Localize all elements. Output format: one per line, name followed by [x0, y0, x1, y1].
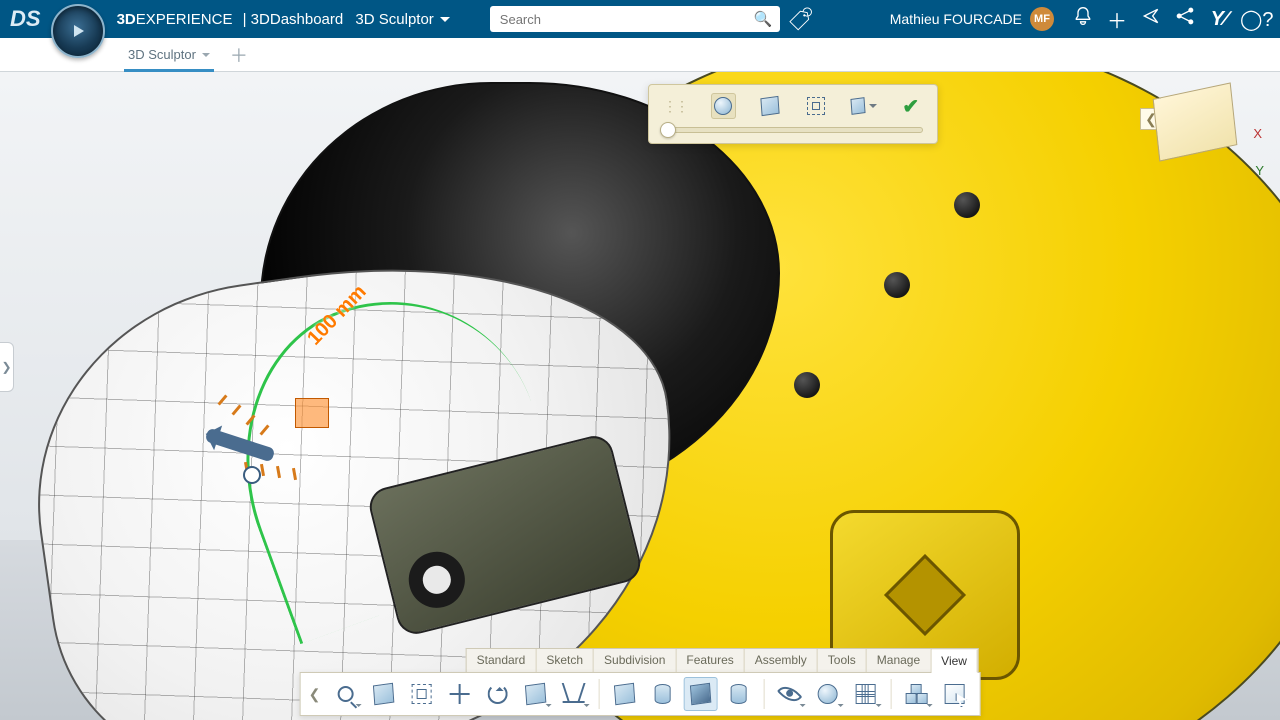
- tree-expand-handle[interactable]: ❯: [0, 342, 14, 392]
- axis-x-label: X: [1253, 126, 1262, 141]
- brand-title: 3DEXPERIENCE | 3DDashboard 3D Sculptor: [117, 11, 450, 28]
- viewport-3d[interactable]: 100 mm ❯ ❮ X Y: [0, 72, 1280, 720]
- collaborate-icon[interactable]: Y∕: [1206, 8, 1232, 31]
- notifications-icon[interactable]: [1070, 6, 1096, 32]
- cmd-component-display[interactable]: [899, 677, 933, 711]
- tab-3d-sculptor[interactable]: 3D Sculptor: [120, 38, 218, 72]
- cmd-tab-subdivision[interactable]: Subdivision: [594, 649, 676, 672]
- network-icon[interactable]: [1172, 6, 1198, 32]
- command-toolbar: ❮: [300, 672, 981, 716]
- dashboard-label: | 3DDashboard: [238, 11, 343, 28]
- cmd-zoom-fit[interactable]: [366, 677, 400, 711]
- cmd-grid[interactable]: [848, 677, 882, 711]
- chevron-down-icon: [869, 104, 877, 112]
- brand-rest: EXPERIENCE: [136, 11, 233, 28]
- ctx-box-button[interactable]: [758, 93, 783, 119]
- add-tab-button[interactable]: ＋: [230, 42, 248, 68]
- play-icon: [74, 25, 84, 37]
- cmd-perspective[interactable]: [556, 677, 590, 711]
- ds-logo: DS: [10, 6, 41, 32]
- command-tab-strip: Standard Sketch Subdivision Features Ass…: [466, 648, 979, 672]
- ctx-view-button[interactable]: [851, 93, 877, 119]
- chevron-down-icon: [440, 17, 450, 27]
- share-icon[interactable]: [1138, 6, 1164, 32]
- cmd-zoom[interactable]: [328, 677, 362, 711]
- tab-bar: 3D Sculptor ＋: [0, 38, 1280, 72]
- cmd-tab-features[interactable]: Features: [676, 649, 744, 672]
- avatar[interactable]: MF: [1030, 7, 1054, 31]
- slider-thumb[interactable]: [660, 122, 676, 138]
- app-name-text: 3D Sculptor: [355, 11, 433, 28]
- ctx-confirm-button[interactable]: ✔: [899, 93, 924, 119]
- command-bar: Standard Sketch Subdivision Features Ass…: [300, 648, 981, 716]
- top-bar: DS 3DEXPERIENCE | 3DDashboard 3D Sculpto…: [0, 0, 1280, 38]
- cmd-look-at[interactable]: [518, 677, 552, 711]
- cmd-display-style[interactable]: [810, 677, 844, 711]
- cmd-tab-manage[interactable]: Manage: [867, 649, 931, 672]
- view-triad[interactable]: ❮ X Y: [1122, 86, 1262, 176]
- model-rivet[interactable]: [954, 192, 980, 218]
- manipulator-origin-handle[interactable]: [243, 466, 261, 484]
- tab-label: 3D Sculptor: [128, 47, 196, 62]
- manipulator-gizmo[interactable]: [185, 352, 335, 502]
- cmd-tab-assembly[interactable]: Assembly: [745, 649, 818, 672]
- cmd-tab-view[interactable]: View: [931, 650, 978, 673]
- model-rivet[interactable]: [884, 272, 910, 298]
- app-name[interactable]: 3D Sculptor: [355, 11, 449, 28]
- cmd-rotate[interactable]: [480, 677, 514, 711]
- cmd-tab-sketch[interactable]: Sketch: [536, 649, 594, 672]
- cmd-tab-tools[interactable]: Tools: [818, 649, 867, 672]
- compass-button[interactable]: [51, 4, 105, 58]
- add-icon[interactable]: ＋: [1104, 5, 1130, 34]
- cmd-shaded-cyl[interactable]: [645, 677, 679, 711]
- chevron-down-icon: [202, 53, 210, 61]
- cmd-shaded-edges-cyl[interactable]: [721, 677, 755, 711]
- triad-cube[interactable]: [1153, 82, 1238, 161]
- cmd-pan[interactable]: [442, 677, 476, 711]
- search-input[interactable]: [490, 6, 780, 32]
- toolbar-collapse-icon[interactable]: ❮: [309, 686, 321, 703]
- ctx-selection-button[interactable]: [804, 93, 829, 119]
- search-wrap: 🔍 🏷: [490, 6, 815, 32]
- context-toolbar: ⋮⋮ ✔: [648, 84, 938, 144]
- cmd-tab-standard[interactable]: Standard: [467, 649, 537, 672]
- cmd-selection-filter[interactable]: [937, 677, 971, 711]
- axis-y-label: Y: [1255, 163, 1264, 178]
- model-rivet[interactable]: [794, 372, 820, 398]
- ctx-opacity-slider[interactable]: [659, 127, 927, 133]
- manipulator-ruler: [215, 392, 345, 482]
- cmd-shaded-box[interactable]: [607, 677, 641, 711]
- cmd-fit-selection[interactable]: [404, 677, 438, 711]
- user-name[interactable]: Mathieu FOURCADE: [890, 11, 1022, 27]
- cmd-shaded-edges-box[interactable]: [683, 677, 717, 711]
- drag-grip-icon[interactable]: ⋮⋮: [663, 98, 687, 115]
- brand-bold: 3D: [117, 11, 136, 28]
- help-icon[interactable]: ◯?: [1240, 7, 1266, 32]
- tag-icon[interactable]: 🏷: [787, 5, 813, 33]
- ctx-display-mode-button[interactable]: [711, 93, 736, 119]
- cmd-visibility[interactable]: [772, 677, 806, 711]
